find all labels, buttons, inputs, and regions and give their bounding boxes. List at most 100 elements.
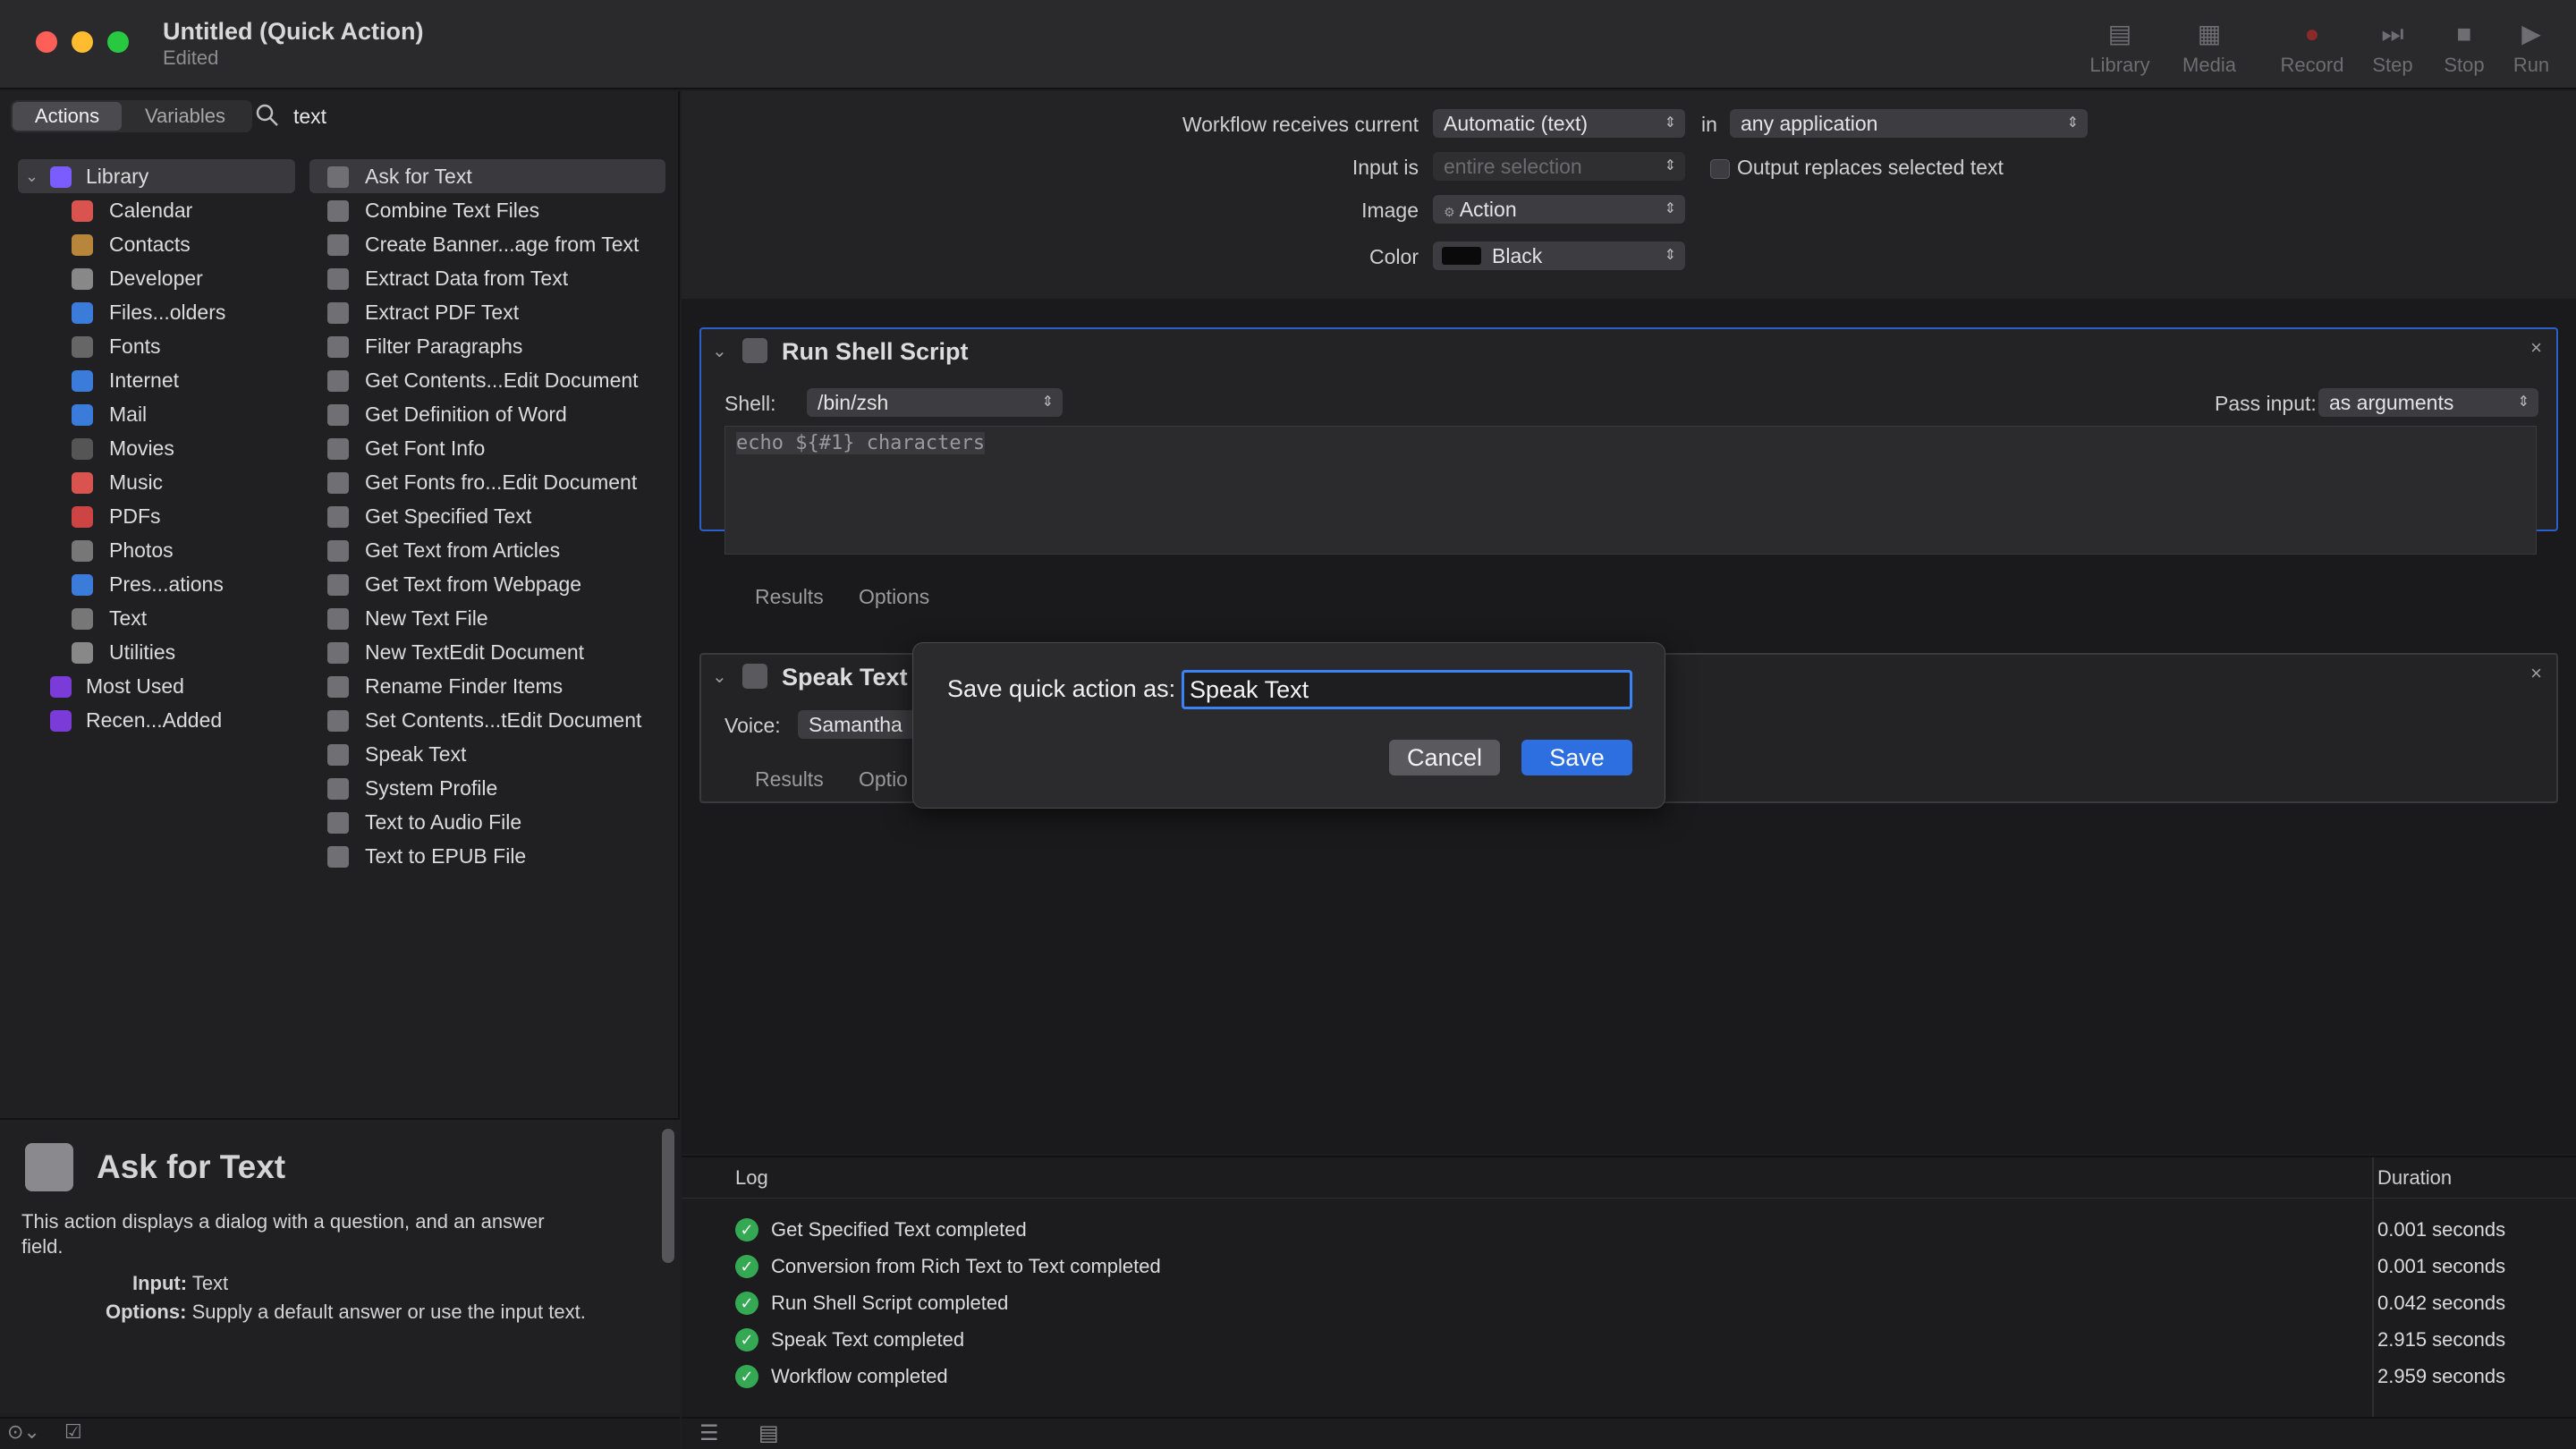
action-list-item[interactable]: Combine Text Files xyxy=(309,193,665,227)
action-list-item[interactable]: Speak Text xyxy=(309,737,665,771)
sidebar-item-category[interactable]: Files...olders xyxy=(18,295,295,329)
sidebar-item-category[interactable]: Fonts xyxy=(18,329,295,363)
tab-variables[interactable]: Variables xyxy=(127,102,243,131)
action-icon xyxy=(327,846,349,868)
input-is-popup[interactable]: entire selection ⇕ xyxy=(1433,152,1685,181)
search-input[interactable] xyxy=(293,100,615,132)
log-row[interactable]: ✓ Run Shell Script completed 0.042 seconds xyxy=(682,1286,2576,1320)
sidebar-item-category[interactable]: Movies xyxy=(18,431,295,465)
sidebar-item-category[interactable]: Calendar xyxy=(18,193,295,227)
close-icon[interactable]: × xyxy=(2530,336,2542,360)
close-icon[interactable]: × xyxy=(2530,662,2542,685)
tab-results[interactable]: Results xyxy=(755,585,824,609)
tab-options[interactable]: Options xyxy=(859,767,907,792)
sidebar-item-category[interactable]: Contacts xyxy=(18,227,295,261)
run-shell-script-action[interactable]: ⌄ Run Shell Script × Shell: /bin/zsh ⇕ Pa… xyxy=(699,327,2558,608)
action-list-item[interactable]: Text to EPUB File xyxy=(309,839,665,873)
action-list-item[interactable]: Extract PDF Text xyxy=(309,295,665,329)
action-list-item[interactable]: Get Text from Webpage xyxy=(309,567,665,601)
media-toolbar-button[interactable]: ▦ Media xyxy=(2174,16,2245,77)
action-icon xyxy=(327,608,349,630)
sidebar-item-category[interactable]: ⌄ Library xyxy=(18,159,295,193)
action-list-item[interactable]: Get Text from Articles xyxy=(309,533,665,567)
log-row[interactable]: ✓ Workflow completed 2.959 seconds xyxy=(682,1360,2576,1394)
action-label: Create Banner...age from Text xyxy=(365,233,640,256)
category-icon xyxy=(72,268,93,290)
application-popup[interactable]: any application ⇕ xyxy=(1730,109,2088,138)
color-popup[interactable]: Black ⇕ xyxy=(1433,242,1685,270)
description-toggle-icon[interactable]: ☑ xyxy=(64,1420,82,1444)
action-list-item[interactable]: New Text File xyxy=(309,601,665,635)
sidebar-item-category[interactable]: Recen...Added xyxy=(18,703,295,737)
sidebar-item-category[interactable]: Developer xyxy=(18,261,295,295)
action-list-item[interactable]: Get Fonts fro...Edit Document xyxy=(309,465,665,499)
minimize-window-button[interactable] xyxy=(72,31,93,53)
sidebar-item-category[interactable]: Most Used xyxy=(18,669,295,703)
shell-popup[interactable]: /bin/zsh ⇕ xyxy=(807,388,1063,417)
stop-toolbar-button[interactable]: ■ Stop xyxy=(2433,16,2496,77)
close-window-button[interactable] xyxy=(36,31,57,53)
action-label: New Text File xyxy=(365,606,488,630)
sidebar-item-category[interactable]: Internet xyxy=(18,363,295,397)
save-button[interactable]: Save xyxy=(1521,740,1632,775)
cancel-button[interactable]: Cancel xyxy=(1389,740,1500,775)
action-list-item[interactable]: Rename Finder Items xyxy=(309,669,665,703)
action-list-item[interactable]: Create Banner...age from Text xyxy=(309,227,665,261)
action-list-item[interactable]: Get Contents...Edit Document xyxy=(309,363,665,397)
log-column-header[interactable]: Log xyxy=(735,1166,768,1190)
collapse-chevron-icon[interactable]: ⌄ xyxy=(712,665,727,688)
action-icon xyxy=(327,370,349,392)
description-scrollbar[interactable] xyxy=(662,1129,674,1263)
save-name-input[interactable] xyxy=(1182,670,1632,709)
gear-icon: ⚙ xyxy=(1444,205,1455,219)
disclosure-chevron-icon[interactable]: ⌄ xyxy=(25,159,38,193)
step-toolbar-button[interactable]: ⏭ Step xyxy=(2361,16,2424,77)
output-replaces-checkbox[interactable] xyxy=(1710,159,1730,179)
action-list-item[interactable]: Get Font Info xyxy=(309,431,665,465)
duration-column-header[interactable]: Duration xyxy=(2377,1166,2452,1190)
sidebar-item-category[interactable]: Mail xyxy=(18,397,295,431)
image-popup[interactable]: ⚙ Action ⇕ xyxy=(1433,195,1685,224)
list-view-icon[interactable]: ☰ xyxy=(699,1420,719,1446)
tab-options[interactable]: Options xyxy=(859,585,929,609)
action-list-item[interactable]: New TextEdit Document xyxy=(309,635,665,669)
sidebar-item-category[interactable]: Photos xyxy=(18,533,295,567)
tab-results[interactable]: Results xyxy=(755,767,824,792)
action-menu-icon[interactable]: ⊙⌄ xyxy=(7,1420,40,1444)
sidebar-item-category[interactable]: PDFs xyxy=(18,499,295,533)
run-toolbar-button[interactable]: ▶ Run xyxy=(2504,16,2558,77)
script-editor[interactable]: echo ${#1} characters xyxy=(724,426,2537,555)
library-toolbar-button[interactable]: ▤ Library xyxy=(2084,16,2156,77)
record-icon: ● xyxy=(2304,20,2320,47)
action-icon xyxy=(327,234,349,256)
sidebar-item-category[interactable]: Utilities xyxy=(18,635,295,669)
category-icon xyxy=(72,540,93,562)
split-view-icon[interactable]: ▤ xyxy=(758,1420,779,1446)
log-row[interactable]: ✓ Speak Text completed 2.915 seconds xyxy=(682,1323,2576,1357)
step-icon: ⏭ xyxy=(2381,20,2404,47)
log-row[interactable]: ✓ Conversion from Rich Text to Text compl… xyxy=(682,1250,2576,1284)
action-list-item[interactable]: Ask for Text xyxy=(309,159,665,193)
category-label: Developer xyxy=(109,267,203,290)
action-list-item[interactable]: System Profile xyxy=(309,771,665,805)
category-icon xyxy=(72,302,93,324)
sidebar-item-category[interactable]: Text xyxy=(18,601,295,635)
receives-popup[interactable]: Automatic (text) ⇕ xyxy=(1433,109,1685,138)
action-list-item[interactable]: Get Definition of Word xyxy=(309,397,665,431)
record-toolbar-button[interactable]: ● Record xyxy=(2272,16,2352,77)
workflow-header: Workflow receives current Automatic (tex… xyxy=(682,91,2576,299)
sidebar-item-category[interactable]: Music xyxy=(18,465,295,499)
action-list-item[interactable]: Get Specified Text xyxy=(309,499,665,533)
receives-label: Workflow receives current xyxy=(1182,113,1419,136)
popup-arrows-icon: ⇕ xyxy=(1664,248,1676,263)
pass-input-popup[interactable]: as arguments ⇕ xyxy=(2318,388,2538,417)
collapse-chevron-icon[interactable]: ⌄ xyxy=(712,340,727,362)
sidebar-item-category[interactable]: Pres...ations xyxy=(18,567,295,601)
action-list-item[interactable]: Filter Paragraphs xyxy=(309,329,665,363)
action-list-item[interactable]: Set Contents...tEdit Document xyxy=(309,703,665,737)
action-list-item[interactable]: Extract Data from Text xyxy=(309,261,665,295)
action-list-item[interactable]: Text to Audio File xyxy=(309,805,665,839)
tab-actions[interactable]: Actions xyxy=(13,102,122,131)
log-row[interactable]: ✓ Get Specified Text completed 0.001 secon… xyxy=(682,1213,2576,1247)
zoom-window-button[interactable] xyxy=(107,31,129,53)
